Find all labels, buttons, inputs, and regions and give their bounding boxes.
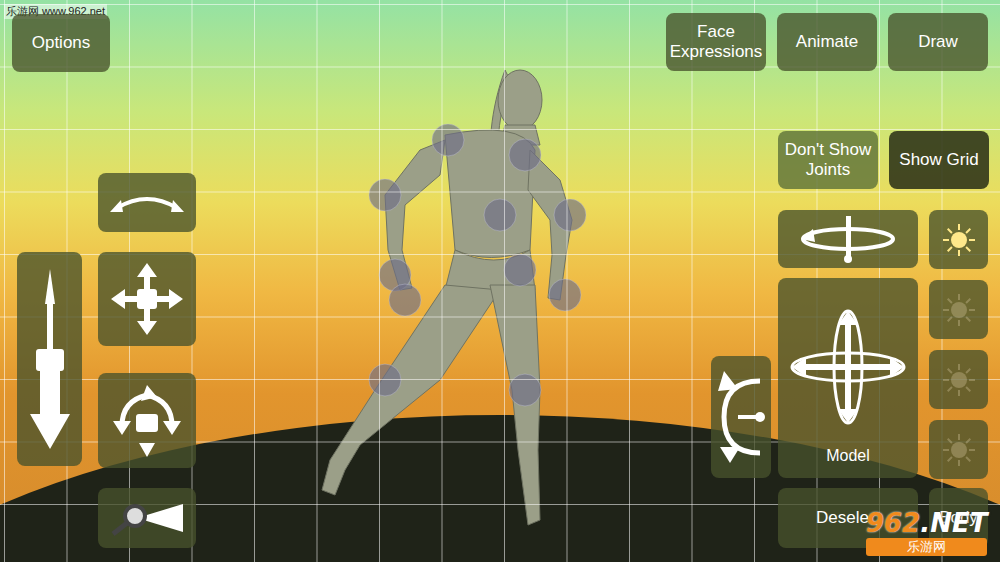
camera-zoom-control[interactable] [98,488,196,548]
joint-handle[interactable] [509,374,541,406]
sun-icon [942,433,976,467]
spin-rotate-icon [793,214,903,264]
sun-icon [942,293,976,327]
sun-icon [942,223,976,257]
joint-handle[interactable] [432,124,464,156]
light-toggle[interactable] [929,350,988,409]
camera-orbit-control[interactable] [98,173,196,232]
light-toggle[interactable] [929,210,988,269]
camera-pan-control[interactable] [98,252,196,346]
toolbar-button[interactable]: Draw [888,13,988,71]
joint-handle[interactable] [549,279,581,311]
joint-handle[interactable] [509,139,541,171]
model-move-icon [788,307,908,427]
pan-arrows-icon [107,259,187,339]
toggle-bar: Don't Show JointsShow Grid [778,131,989,189]
joint-handle[interactable] [369,179,401,211]
toggle-button[interactable]: Show Grid [889,131,989,189]
dolly-arrow-icon [25,264,75,454]
watermark-logo: 962.NET 乐游网 [866,510,987,556]
model-spin-control[interactable] [778,210,918,268]
lights-column [929,210,988,479]
light-toggle[interactable] [929,420,988,479]
joint-handle[interactable] [389,284,421,316]
zoom-magnifier-icon [107,498,187,538]
orbit-arrow-icon [107,188,187,218]
poser-screen: 乐游网 www.962.net Options Face Expressions… [0,0,1000,562]
camera-dolly-control[interactable] [17,252,82,466]
toolbar-button[interactable]: Animate [777,13,877,71]
joint-handle[interactable] [554,199,586,231]
camera-tilt-control[interactable] [98,373,196,468]
light-toggle[interactable] [929,280,988,339]
roll-rotate-icon [716,367,766,467]
joint-handle[interactable] [504,254,536,286]
sun-icon [942,363,976,397]
top-toolbar: Face ExpressionsAnimateDraw [666,13,988,71]
tilt-arrows-icon [107,381,187,461]
joint-handle[interactable] [369,364,401,396]
toolbar-button[interactable]: Face Expressions [666,13,766,71]
options-button[interactable]: Options [12,14,110,72]
toggle-button[interactable]: Don't Show Joints [778,131,878,189]
joint-handle[interactable] [484,199,516,231]
model-gizmo-control[interactable]: Model [778,278,918,478]
model-roll-control[interactable] [711,356,771,478]
